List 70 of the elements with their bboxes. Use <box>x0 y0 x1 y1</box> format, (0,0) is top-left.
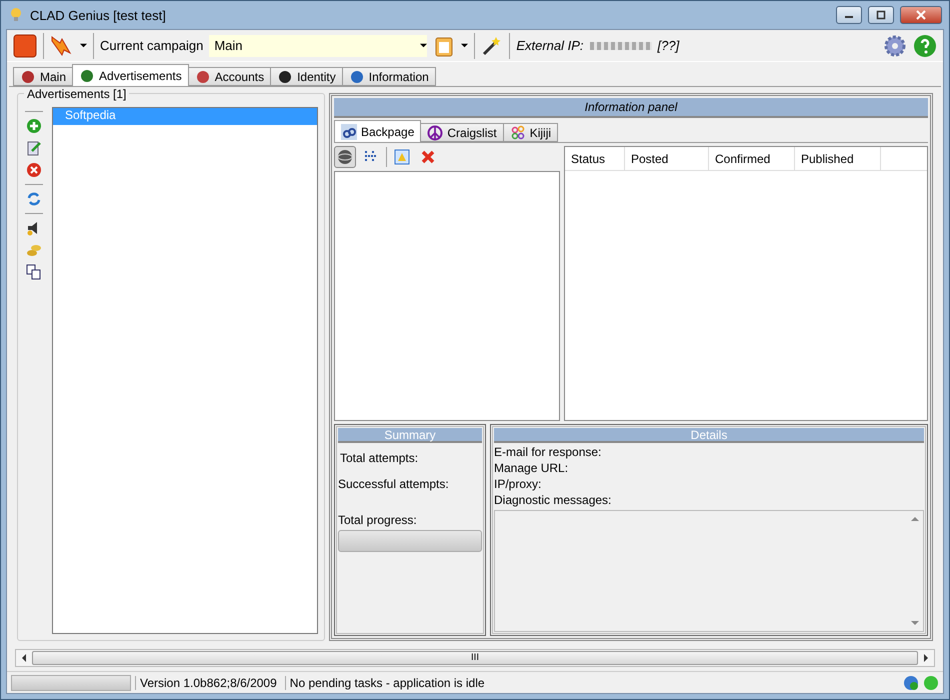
scroll-up-icon <box>911 515 919 523</box>
help-icon <box>913 34 937 58</box>
status-message: No pending tasks - application is idle <box>284 676 899 690</box>
stop-icon <box>13 34 37 58</box>
lightbulb-icon <box>8 7 24 23</box>
column-header[interactable]: Posted <box>625 147 709 170</box>
bp-logo-icon <box>341 124 357 140</box>
copy-icon <box>26 264 42 280</box>
tab-icon <box>20 68 36 84</box>
scroll-down-icon <box>911 619 919 627</box>
coins-icon <box>26 242 42 258</box>
tab[interactable]: Information <box>342 67 436 86</box>
external-ip-status: [??] <box>658 38 680 53</box>
details-label: Manage URL: <box>494 461 570 475</box>
add-icon <box>26 118 42 134</box>
tab-icon <box>79 68 96 84</box>
maximize-button[interactable] <box>868 6 894 24</box>
status-dot-icon <box>923 674 939 690</box>
horizontal-scrollbar[interactable]: III <box>15 649 935 667</box>
group-title: Advertisements [1] <box>24 87 130 101</box>
scroll-left-icon <box>20 654 28 662</box>
tab[interactable]: Accounts <box>188 67 272 86</box>
warning-icon <box>394 149 410 165</box>
peace-icon <box>427 124 444 140</box>
window-title: CLAD Genius [test test] <box>30 8 167 22</box>
column-header[interactable]: Status <box>565 147 625 170</box>
close-button[interactable] <box>900 6 942 24</box>
successful-attempts-label: Successful attempts: <box>338 477 450 491</box>
panel-title: Information panel <box>334 98 928 118</box>
maximize-icon <box>876 10 886 20</box>
tab-icon <box>348 68 365 84</box>
redacted-ip <box>590 42 652 50</box>
clipboard-icon <box>433 34 456 56</box>
globe-check-icon <box>903 674 919 690</box>
globe-button[interactable] <box>334 146 356 168</box>
scrollbar-thumb[interactable]: III <box>32 651 918 665</box>
tab-icon <box>194 68 211 84</box>
tab[interactable]: Advertisements <box>72 64 189 86</box>
details-label: Diagnostic messages: <box>494 493 612 507</box>
column-header[interactable]: Confirmed <box>709 147 795 170</box>
refresh-icon <box>26 191 42 207</box>
globe-icon <box>337 149 353 165</box>
delete-icon <box>26 162 42 178</box>
circles-icon <box>510 124 526 140</box>
delete-icon <box>420 149 436 165</box>
details-title: Details <box>494 428 924 443</box>
total-progress-label: Total progress: <box>338 513 418 527</box>
tab[interactable]: Backpage <box>334 120 422 142</box>
summary-title: Summary <box>338 428 482 443</box>
details-label: IP/proxy: <box>494 477 542 491</box>
tab[interactable]: Identity <box>270 67 343 86</box>
scroll-right-icon <box>922 654 930 662</box>
details-label: E-mail for response: <box>494 445 602 459</box>
version-text: Version 1.0b862;8/6/2009 <box>135 676 281 690</box>
tab[interactable]: Kijiji <box>502 123 558 142</box>
caret-icon <box>80 42 87 49</box>
tab[interactable]: Craigslist <box>420 123 504 142</box>
caret-icon <box>420 42 428 49</box>
caret-icon <box>461 42 468 49</box>
tab[interactable]: Main <box>13 67 74 86</box>
column-header[interactable]: Published <box>795 147 881 170</box>
minimize-button[interactable] <box>836 6 862 24</box>
campaign-label: Current campaign <box>100 38 204 53</box>
close-icon <box>916 10 926 20</box>
tab-icon <box>277 68 294 84</box>
campaign-dropdown[interactable]: Main <box>209 34 428 56</box>
external-ip-label: External IP: <box>516 38 584 53</box>
settings-icon <box>883 34 907 58</box>
edit-icon <box>26 140 42 156</box>
total-attempts-label: Total attempts: <box>339 451 420 465</box>
